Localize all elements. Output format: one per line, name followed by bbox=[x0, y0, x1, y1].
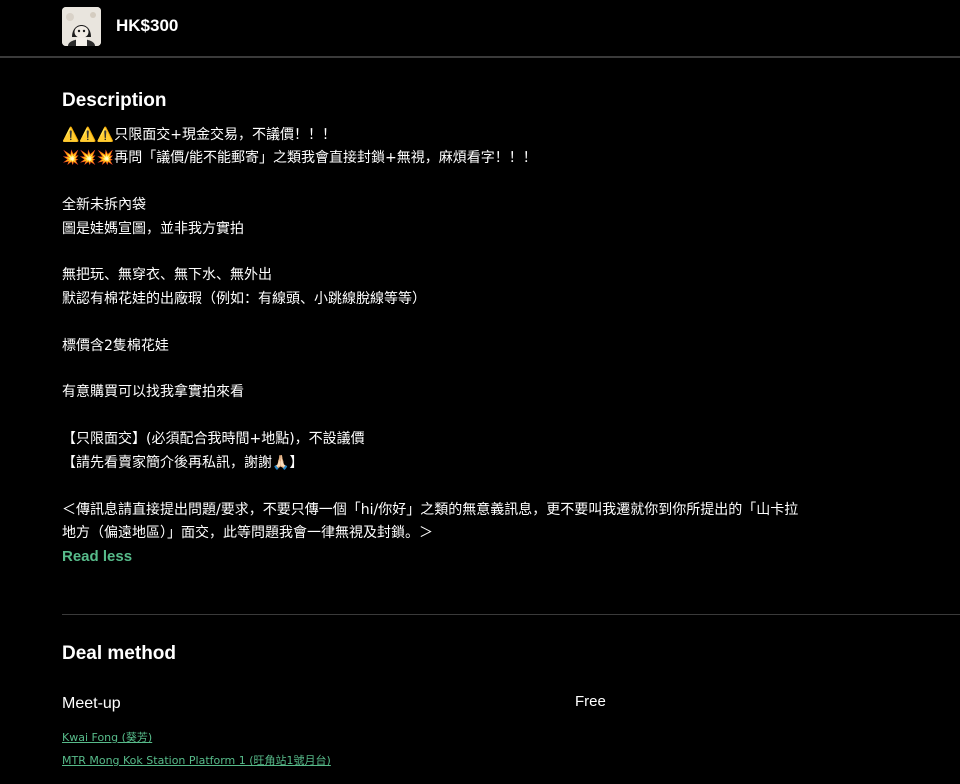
section-divider bbox=[62, 614, 960, 615]
deal-method-label: Meet-up bbox=[62, 695, 121, 712]
meetup-location-link[interactable]: Kwai Fong (葵芳) bbox=[62, 731, 152, 745]
description-body: ⚠️⚠️⚠️只限面交+現金交易，不議價！！！ 💥💥💥再問「議價/能不能郵寄」之類… bbox=[62, 127, 799, 541]
read-less-button[interactable]: Read less bbox=[62, 547, 132, 567]
description-title: Description bbox=[62, 90, 167, 111]
cotton-doll-photo-icon bbox=[62, 7, 101, 46]
deal-method-title: Deal method bbox=[62, 643, 177, 664]
meetup-location-link[interactable]: MTR Mong Kok Station Platform 1 (旺角站1號月台… bbox=[62, 754, 331, 768]
top-bar: HK$300 bbox=[0, 0, 960, 58]
deal-fee: Free bbox=[575, 693, 606, 710]
listing-thumbnail[interactable] bbox=[62, 7, 101, 46]
listing-price: HK$300 bbox=[116, 16, 179, 35]
